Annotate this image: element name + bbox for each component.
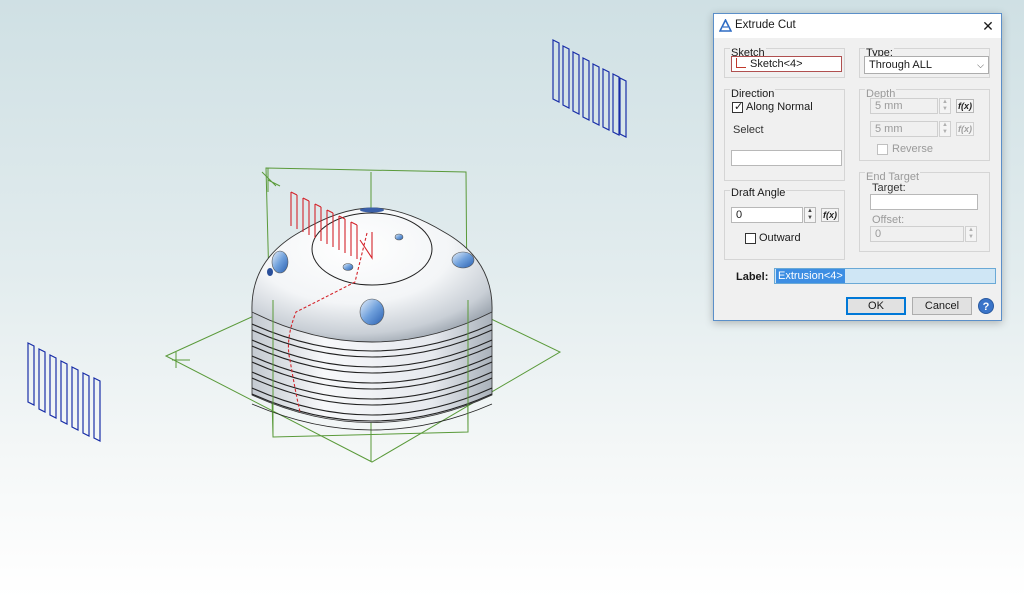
right-sketch-plane[interactable]	[552, 39, 627, 138]
spin-up-icon: ▲	[942, 122, 948, 128]
sketch-field[interactable]: Sketch<4>	[731, 56, 842, 72]
draft-angle-spinner[interactable]: ▲ ▼	[804, 207, 816, 223]
check-icon: ✓	[734, 101, 744, 113]
draft-angle-group: Draft Angle 0 ▲ ▼ f(x) Outward	[724, 187, 845, 260]
close-button[interactable]: ✕	[978, 16, 998, 36]
fx-icon: f(x)	[958, 101, 972, 111]
end-target-group: End Target Target: Offset: 0 ▲ ▼	[859, 171, 990, 252]
sketch-value: Sketch<4>	[750, 58, 803, 70]
draft-angle-label: Draft Angle	[730, 187, 787, 199]
spin-up-icon: ▲	[968, 227, 974, 233]
direction-group-label: Direction	[730, 88, 776, 100]
reverse-label: Reverse	[892, 143, 933, 155]
spin-down-icon: ▼	[942, 129, 948, 135]
sketch-group: Sketch Sketch<4>	[724, 47, 845, 78]
help-icon: ?	[982, 301, 990, 313]
draft-angle-formula-button[interactable]: f(x)	[821, 208, 839, 222]
outward-label: Outward	[759, 232, 801, 244]
depth-value-1[interactable]: 5 mm	[870, 98, 938, 114]
type-group: Type: Through ALL ⌵	[859, 47, 990, 78]
cancel-button[interactable]: Cancel	[912, 297, 972, 315]
spin-up-icon: ▲	[807, 208, 813, 214]
depth-group: Depth 5 mm ▲ ▼ f(x) 5 mm ▲ ▼ f(x) Reverse	[859, 88, 990, 161]
label-caption: Label:	[736, 271, 769, 283]
reverse-checkbox[interactable]	[877, 144, 888, 155]
spin-down-icon: ▼	[968, 234, 974, 240]
dome-body[interactable]	[251, 207, 493, 343]
offset-label: Offset:	[872, 214, 905, 226]
close-icon: ✕	[982, 18, 994, 34]
fx-icon: f(x)	[823, 210, 837, 220]
spin-down-icon: ▼	[807, 215, 813, 221]
title-bar[interactable]: Extrude Cut ✕	[714, 14, 1001, 38]
type-combo[interactable]: Through ALL ⌵	[864, 56, 989, 74]
label-value: Extrusion<4>	[776, 269, 845, 283]
depth-1-formula-button[interactable]: f(x)	[956, 99, 974, 113]
offset-spinner[interactable]: ▲ ▼	[965, 226, 977, 242]
chevron-down-icon: ⌵	[977, 60, 984, 70]
ok-button[interactable]: OK	[846, 297, 906, 315]
spin-down-icon: ▼	[942, 106, 948, 112]
depth-1-spinner[interactable]: ▲ ▼	[939, 98, 951, 114]
sketch-icon	[736, 58, 746, 68]
direction-select-field[interactable]	[731, 150, 842, 166]
label-input[interactable]: Extrusion<4>	[774, 268, 996, 284]
select-label: Select	[733, 124, 764, 136]
target-label: Target:	[872, 182, 906, 194]
depth-2-spinner[interactable]: ▲ ▼	[939, 121, 951, 137]
app-logo-icon	[719, 19, 732, 32]
along-normal-label: Along Normal	[746, 101, 813, 113]
type-value: Through ALL	[869, 59, 932, 71]
along-normal-checkbox[interactable]: ✓	[732, 101, 744, 113]
spin-up-icon: ▲	[942, 99, 948, 105]
outward-checkbox[interactable]	[745, 233, 756, 244]
direction-group: Direction ✓ Along Normal Select	[724, 88, 845, 181]
offset-input[interactable]: 0	[870, 226, 964, 242]
dialog-title: Extrude Cut	[735, 19, 796, 31]
depth-value-2[interactable]: 5 mm	[870, 121, 938, 137]
fx-icon: f(x)	[958, 124, 972, 134]
target-field[interactable]	[870, 194, 978, 210]
depth-2-formula-button[interactable]: f(x)	[956, 122, 974, 136]
left-sketch-plane[interactable]	[27, 342, 101, 442]
draft-angle-input[interactable]: 0	[731, 207, 803, 223]
help-button[interactable]: ?	[978, 298, 994, 314]
extrude-cut-dialog: Extrude Cut ✕ Sketch Sketch<4> Type: Thr…	[713, 13, 1002, 321]
